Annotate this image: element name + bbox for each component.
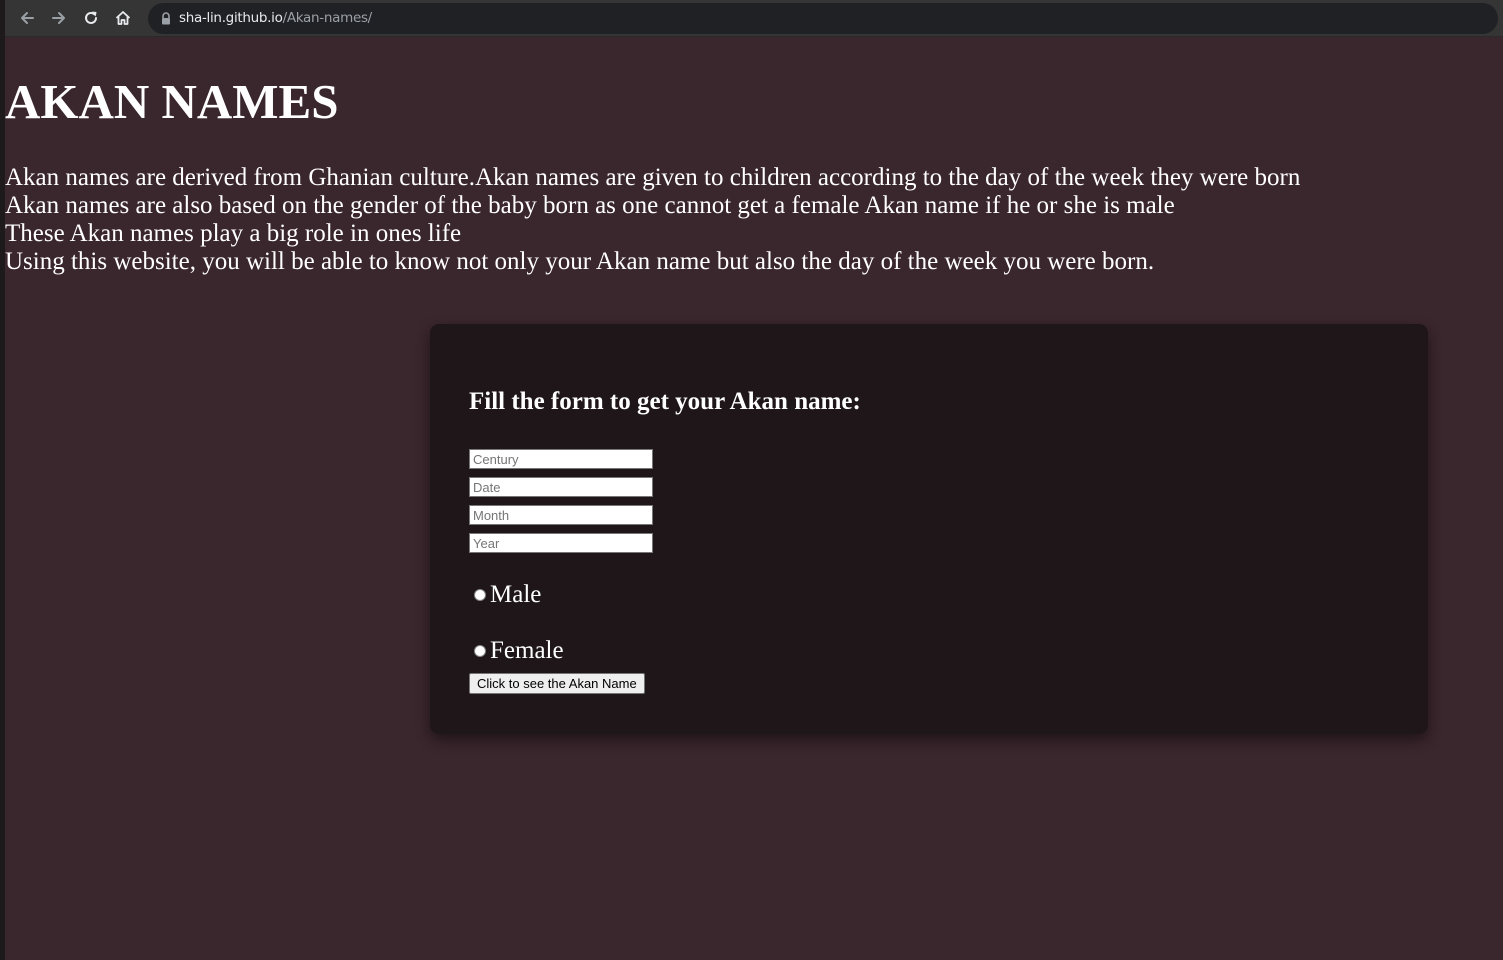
forward-button[interactable] <box>47 6 71 30</box>
window-edge <box>0 0 5 960</box>
url-path: /Akan-names/ <box>282 10 373 26</box>
date-input[interactable] <box>469 477 653 497</box>
intro-line: Akan names are also based on the gender … <box>5 192 1175 219</box>
akan-form-card: Fill the form to get your Akan name: Mal… <box>430 324 1428 734</box>
intro-text: Akan names are derived from Ghanian cult… <box>5 164 1300 276</box>
arrow-left-icon <box>21 12 34 24</box>
intro-line: These Akan names play a big role in ones… <box>5 220 462 247</box>
intro-line: Using this website, you will be able to … <box>5 248 1155 275</box>
home-icon <box>115 11 131 25</box>
address-bar[interactable]: sha-lin.github.io/Akan-names/ <box>148 3 1498 34</box>
page-title: AKAN NAMES <box>5 74 339 129</box>
month-input[interactable] <box>469 505 653 525</box>
home-button[interactable] <box>111 6 135 30</box>
arrow-right-icon <box>52 12 65 24</box>
intro-line: Akan names are derived from Ghanian cult… <box>5 164 1301 191</box>
male-label: Male <box>490 581 542 608</box>
century-input[interactable] <box>469 449 653 469</box>
get-akan-name-button[interactable]: Click to see the Akan Name <box>469 673 645 694</box>
reload-icon <box>85 11 97 24</box>
male-radio[interactable] <box>474 589 486 601</box>
browser-window: sha-lin.github.io/Akan-names/ AKAN NAMES… <box>0 0 1503 960</box>
female-radio[interactable] <box>474 645 486 657</box>
form-heading: Fill the form to get your Akan name: <box>469 388 861 415</box>
url-host: sha-lin.github.io <box>179 10 283 26</box>
gender-option-male[interactable]: Male <box>474 580 541 610</box>
browser-toolbar: sha-lin.github.io/Akan-names/ <box>5 0 1503 37</box>
url-text[interactable]: sha-lin.github.io/Akan-names/ <box>179 10 372 26</box>
lock-icon[interactable] <box>159 11 173 26</box>
female-label: Female <box>490 637 564 664</box>
reload-button[interactable] <box>79 6 103 30</box>
back-button[interactable] <box>15 6 39 30</box>
year-input[interactable] <box>469 533 653 553</box>
gender-option-female[interactable]: Female <box>474 636 564 666</box>
